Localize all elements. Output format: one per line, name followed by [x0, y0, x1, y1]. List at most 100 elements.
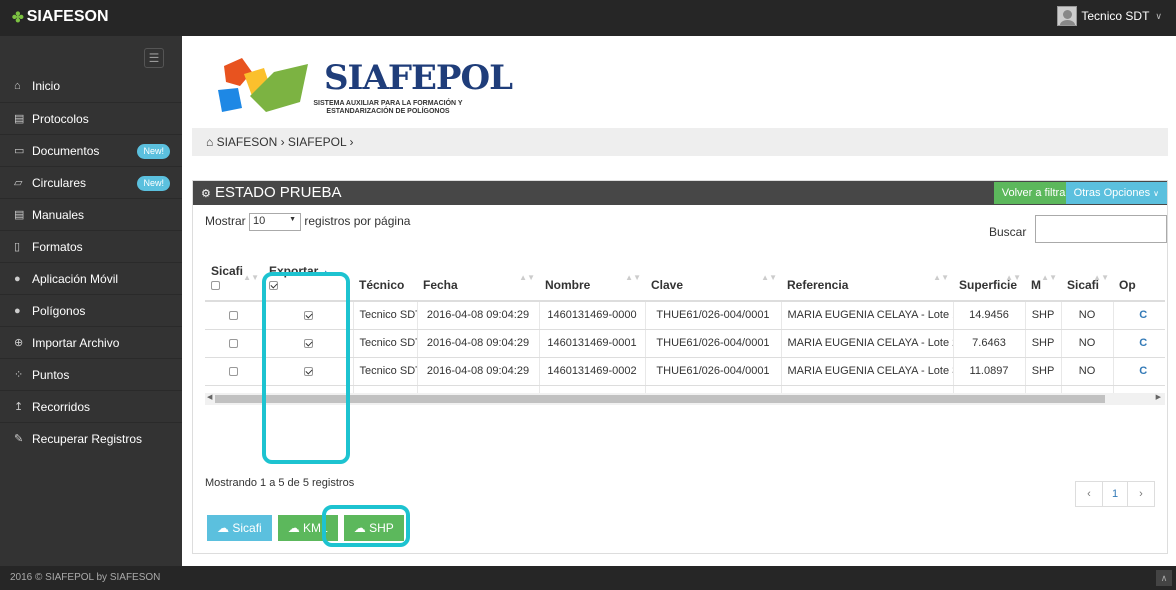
- refilter-button[interactable]: Volver a filtrar: [993, 182, 1077, 204]
- cell-fecha: 2016-04-08 09:04:29: [416, 329, 539, 358]
- sidebar-item-manuales[interactable]: ▤ Manuales: [0, 198, 182, 230]
- sidebar-nav: ⌂ Inicio ▤ Protocolos ▭ Documentos New! ▱ Circul…: [0, 70, 182, 454]
- header-label: Clave: [651, 278, 684, 292]
- logo-title: SIAFEPOL: [324, 58, 513, 98]
- sidebar-item-label: Aplicación Móvil: [32, 271, 119, 286]
- sidebar-item-documentos[interactable]: ▭ Documentos New!: [0, 134, 182, 166]
- sidebar-item-recorridos[interactable]: ↥ Recorridos: [0, 390, 182, 422]
- logo-shapes-icon: [218, 58, 308, 112]
- sidebar-item-label: Protocolos: [32, 111, 89, 126]
- cell-clave: THUE61/026-004/0001: [644, 385, 781, 393]
- sidebar-item-formatos[interactable]: ▯ Formatos: [0, 230, 182, 262]
- brand[interactable]: ✤ SIAFESON: [12, 8, 109, 26]
- next-page-button[interactable]: ›: [1128, 482, 1154, 506]
- wrench-icon: ✎: [14, 432, 24, 445]
- sidebar-item-circulares[interactable]: ▱ Circulares New!: [0, 166, 182, 198]
- sicafi-checkbox[interactable]: [229, 338, 239, 348]
- cell-clave: THUE61/026-004/0001: [644, 357, 781, 386]
- cell-op[interactable]: C: [1112, 385, 1165, 393]
- sicafi-label: Sicafi: [232, 521, 262, 535]
- cell-referencia: MARIA EUGENIA CELAYA - Lote 2: [780, 329, 953, 358]
- scroll-right-icon[interactable]: ▶: [1156, 393, 1161, 401]
- circle-icon: ●: [14, 304, 21, 317]
- brand-label: SIAFESON: [26, 8, 109, 25]
- cell-op[interactable]: C: [1112, 329, 1165, 358]
- cell-sicafi: NO: [1060, 329, 1113, 358]
- book-icon: ▤: [14, 112, 25, 125]
- sort-icon: ▲▼: [761, 273, 777, 282]
- sidebar-item-recuperar-registros[interactable]: ✎ Recuperar Registros: [0, 422, 182, 454]
- col-sicafi[interactable]: Sicafi ▲▼: [1061, 257, 1113, 302]
- cell-fecha: 2016-04-08 09:04:29: [416, 385, 539, 393]
- top-bar: ✤ SIAFESON Tecnico SDT ∨: [0, 0, 1176, 36]
- file-icon: ▯: [14, 240, 21, 253]
- menu-toggle-icon[interactable]: ☰: [144, 48, 164, 68]
- route-icon: ↥: [14, 400, 24, 413]
- col-superficie[interactable]: Superficie ▲▼: [953, 257, 1025, 302]
- cell-op[interactable]: C: [1112, 357, 1165, 386]
- cell-superficie: 14.9456: [952, 301, 1025, 330]
- page-length-value: 10: [253, 215, 266, 227]
- sidebar-item-label: Puntos: [32, 367, 70, 382]
- panel-title: ⚙ ESTADO PRUEBA: [201, 184, 341, 201]
- logo-subtitle: SISTEMA AUXILIAR PARA LA FORMACIÓN Y EST…: [313, 100, 463, 115]
- sicafi-checkbox[interactable]: [229, 366, 239, 376]
- sidebar-item-label: Inicio: [32, 79, 61, 93]
- col-clave[interactable]: Clave ▲▼: [645, 257, 781, 302]
- gears-icon: ⚙: [201, 188, 211, 200]
- home-icon: ⌂: [14, 80, 21, 92]
- cell-nombre: 1460131469-0003: [538, 385, 645, 393]
- select-all-sicafi-checkbox[interactable]: [211, 281, 220, 291]
- sicafi-select-cell: [205, 357, 263, 386]
- sort-icon: ▲▼: [1093, 273, 1109, 282]
- plus-circle-icon: ⊕: [14, 336, 24, 349]
- col-m[interactable]: M ▲▼: [1025, 257, 1061, 302]
- sidebar-item-polígonos[interactable]: ● Polígonos: [0, 294, 182, 326]
- cell-m: SHP: [1024, 329, 1061, 358]
- sidebar-item-importar-archivo[interactable]: ⊕ Importar Archivo: [0, 326, 182, 358]
- show-prefix: Mostrar: [205, 214, 246, 229]
- breadcrumb[interactable]: ⌂ SIAFESON › SIAFEPOL ›: [192, 128, 1168, 156]
- col-sicafi-select[interactable]: Sicafi ▲▼: [205, 257, 263, 302]
- sort-icon: ▲▼: [1041, 273, 1057, 282]
- sort-icon: ▲▼: [1005, 273, 1021, 282]
- cloud-upload-icon: ☁: [217, 521, 229, 535]
- search-input[interactable]: [1035, 215, 1167, 243]
- more-options-button[interactable]: Otras Opciones ∨: [1065, 182, 1167, 204]
- header-label: M: [1031, 278, 1041, 292]
- cell-op[interactable]: C: [1112, 301, 1165, 330]
- sicafi-select-cell: [205, 329, 263, 358]
- panel-title-text: ESTADO PRUEBA: [215, 184, 342, 201]
- cell-tecnico: Tecnico SDT: [352, 329, 417, 358]
- scroll-left-icon[interactable]: ◀: [207, 393, 212, 401]
- cell-tecnico: Tecnico SDT: [352, 385, 417, 393]
- sidebar-item-puntos[interactable]: ⁘ Puntos: [0, 358, 182, 390]
- cell-m: SHP: [1024, 301, 1061, 330]
- prev-page-button[interactable]: ‹: [1076, 482, 1102, 506]
- sicafi-checkbox[interactable]: [229, 310, 239, 320]
- col-tecnico[interactable]: Técnico: [353, 257, 417, 302]
- sidebar-item-protocolos[interactable]: ▤ Protocolos: [0, 102, 182, 134]
- siafepol-logo: SIAFEPOL SISTEMA AUXILIAR PARA LA FORMAC…: [216, 52, 513, 122]
- chevron-down-icon: ∨: [1153, 189, 1159, 198]
- android-icon: ●: [14, 272, 21, 285]
- scroll-top-icon[interactable]: ∧: [1156, 570, 1172, 586]
- col-fecha[interactable]: Fecha ▲▼: [417, 257, 539, 302]
- page-length-select[interactable]: 10 ▼: [249, 213, 302, 231]
- sidebar-item-label: Importar Archivo: [32, 335, 120, 350]
- col-op[interactable]: Op: [1113, 257, 1165, 302]
- page-button[interactable]: 1: [1102, 482, 1128, 506]
- cell-sicafi: NO: [1060, 357, 1113, 386]
- sidebar-item-label: Formatos: [32, 239, 83, 254]
- sicafi-button[interactable]: ☁ Sicafi: [207, 515, 272, 541]
- user-menu[interactable]: Tecnico SDT ∨: [1057, 6, 1162, 26]
- col-nombre[interactable]: Nombre ▲▼: [539, 257, 645, 302]
- sicafi-select-cell: [205, 385, 263, 393]
- book-icon: ▤: [14, 208, 25, 221]
- sidebar-item-inicio[interactable]: ⌂ Inicio: [0, 70, 182, 102]
- avatar: [1057, 6, 1078, 26]
- cell-clave: THUE61/026-004/0001: [644, 329, 781, 358]
- cell-nombre: 1460131469-0001: [538, 329, 645, 358]
- col-referencia[interactable]: Referencia ▲▼: [781, 257, 953, 302]
- sidebar-item-aplicación-móvil[interactable]: ● Aplicación Móvil: [0, 262, 182, 294]
